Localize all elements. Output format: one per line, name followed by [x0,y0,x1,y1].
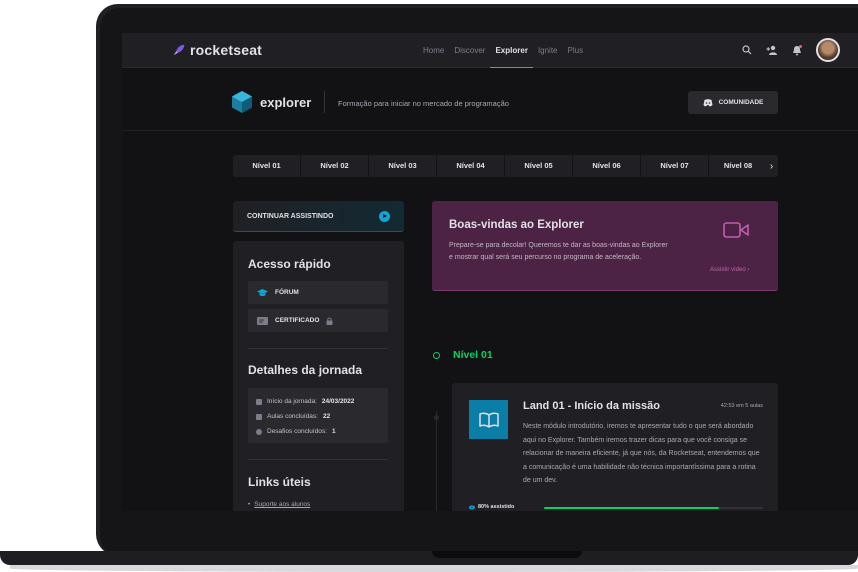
module-title: Land 01 - Início da missão [523,400,660,412]
laptop-shadow [10,565,858,572]
top-header: rocketseat Home Discover Explorer Ignite… [122,33,858,68]
journey-details-title: Detalhes da jornada [248,363,363,377]
tab-level-02[interactable]: Nível 02 [301,155,369,177]
journey-details: Início da jornada: 24/03/2022 Aulas conc… [248,388,388,443]
forum-link[interactable]: FÓRUM [248,281,388,304]
video-icon [256,413,262,420]
header-actions [741,38,840,62]
journey-start-row: Início da jornada: 24/03/2022 [256,394,380,409]
eye-icon [469,505,475,509]
support-link[interactable]: Suporte aos alunos [248,501,310,508]
watch-video-link[interactable]: Assistir vídeo › [710,267,749,273]
section-divider [248,459,388,460]
certificate-icon [257,316,268,325]
classes-row: Aulas concluídas: 22 [256,409,380,424]
explorer-description: Formação para iniciar no mercado de prog… [338,99,509,108]
timeline-tick [434,415,439,420]
progress-label-row: 80% assistido [469,504,514,510]
nav-ignite[interactable]: Ignite [533,33,563,68]
timeline-dot [433,352,440,359]
section-divider [248,348,388,349]
lock-icon [326,317,333,325]
tab-level-06[interactable]: Nível 06 [573,155,641,177]
tab-level-01[interactable]: Nível 01 [233,155,301,177]
tab-level-03[interactable]: Nível 03 [369,155,437,177]
explorer-hexagon-icon [232,91,252,113]
level-title: Nível 01 [453,349,493,361]
explorer-title: explorer [260,94,312,110]
nav-discover[interactable]: Discover [449,33,490,68]
community-button[interactable]: COMUNIDADE [688,91,778,114]
welcome-banner: Boas-vindas ao Explorer Prepare-se para … [432,201,778,291]
challenges-row: Desafios concluídos: 1 [256,424,380,439]
challenges-value: 1 [331,428,336,435]
progress-fill [544,507,720,509]
target-icon [256,428,262,435]
useful-links-title: Links úteis [248,475,311,489]
tab-level-08[interactable]: Nível 08 [709,155,767,177]
forum-label: FÓRUM [275,289,299,296]
module-description: Neste módulo introdutório, iremos te apr… [523,423,760,484]
tab-level-04[interactable]: Nível 04 [437,155,505,177]
level-tabs: Nível 01 Nível 02 Nível 03 Nível 04 Níve… [233,155,778,177]
classes-value: 22 [322,413,331,420]
module-meta: 42:53 em 5 aulas [720,403,763,409]
screen: rocketseat Home Discover Explorer Ignite… [122,33,858,511]
bell-icon[interactable] [791,44,803,56]
brand-logo[interactable]: rocketseat [172,42,262,58]
rocket-icon [173,44,185,56]
tab-level-05[interactable]: Nível 05 [505,155,573,177]
laptop-base [0,551,858,565]
graduation-cap-icon [257,288,268,296]
main-nav: Home Discover Explorer Ignite Plus [418,33,588,68]
classes-label: Aulas concluídas: [267,413,318,420]
explorer-logo: explorer [232,91,311,113]
discord-icon [703,98,713,106]
certificate-link[interactable]: CERTIFICADO [248,309,388,332]
tab-level-07[interactable]: Nível 07 [641,155,709,177]
calendar-icon [256,398,262,405]
community-label: COMUNIDADE [718,99,764,106]
nav-plus[interactable]: Plus [563,33,589,68]
chevron-right-icon[interactable]: › [767,155,776,177]
video-camera-icon [723,222,749,238]
nav-home[interactable]: Home [418,33,449,68]
play-icon [379,210,390,222]
continue-watching-button[interactable]: CONTINUAR ASSISTINDO [233,201,404,232]
sidebar-card: Acesso rápido FÓRUM CERTIFICADO Detalhes… [233,241,404,511]
welcome-title: Boas-vindas ao Explorer [449,219,584,231]
search-icon[interactable] [741,44,753,56]
module-card[interactable]: Land 01 - Início da missão 42:53 em 5 au… [452,383,778,511]
welcome-text: Prepare-se para decolar! Queremos te dar… [449,242,668,261]
progress-bar [544,507,763,509]
laptop-notch [432,551,582,558]
journey-start-label: Início da jornada: [267,398,317,405]
nav-explorer[interactable]: Explorer [490,33,533,68]
explorer-bar: explorer Formação para iniciar no mercad… [122,69,858,131]
user-avatar[interactable] [816,38,840,62]
timeline-line [436,411,437,511]
quick-access-title: Acesso rápido [248,257,331,271]
book-icon [469,400,508,439]
challenges-label: Desafios concluídos: [267,428,327,435]
progress-label: 80% assistido [478,504,515,510]
continue-label: CONTINUAR ASSISTINDO [247,212,334,220]
divider [324,91,325,113]
certificate-label: CERTIFICADO [275,317,320,324]
brand-name: rocketseat [190,42,263,58]
add-user-icon[interactable] [766,44,778,56]
journey-start-value: 24/03/2022 [321,398,355,405]
